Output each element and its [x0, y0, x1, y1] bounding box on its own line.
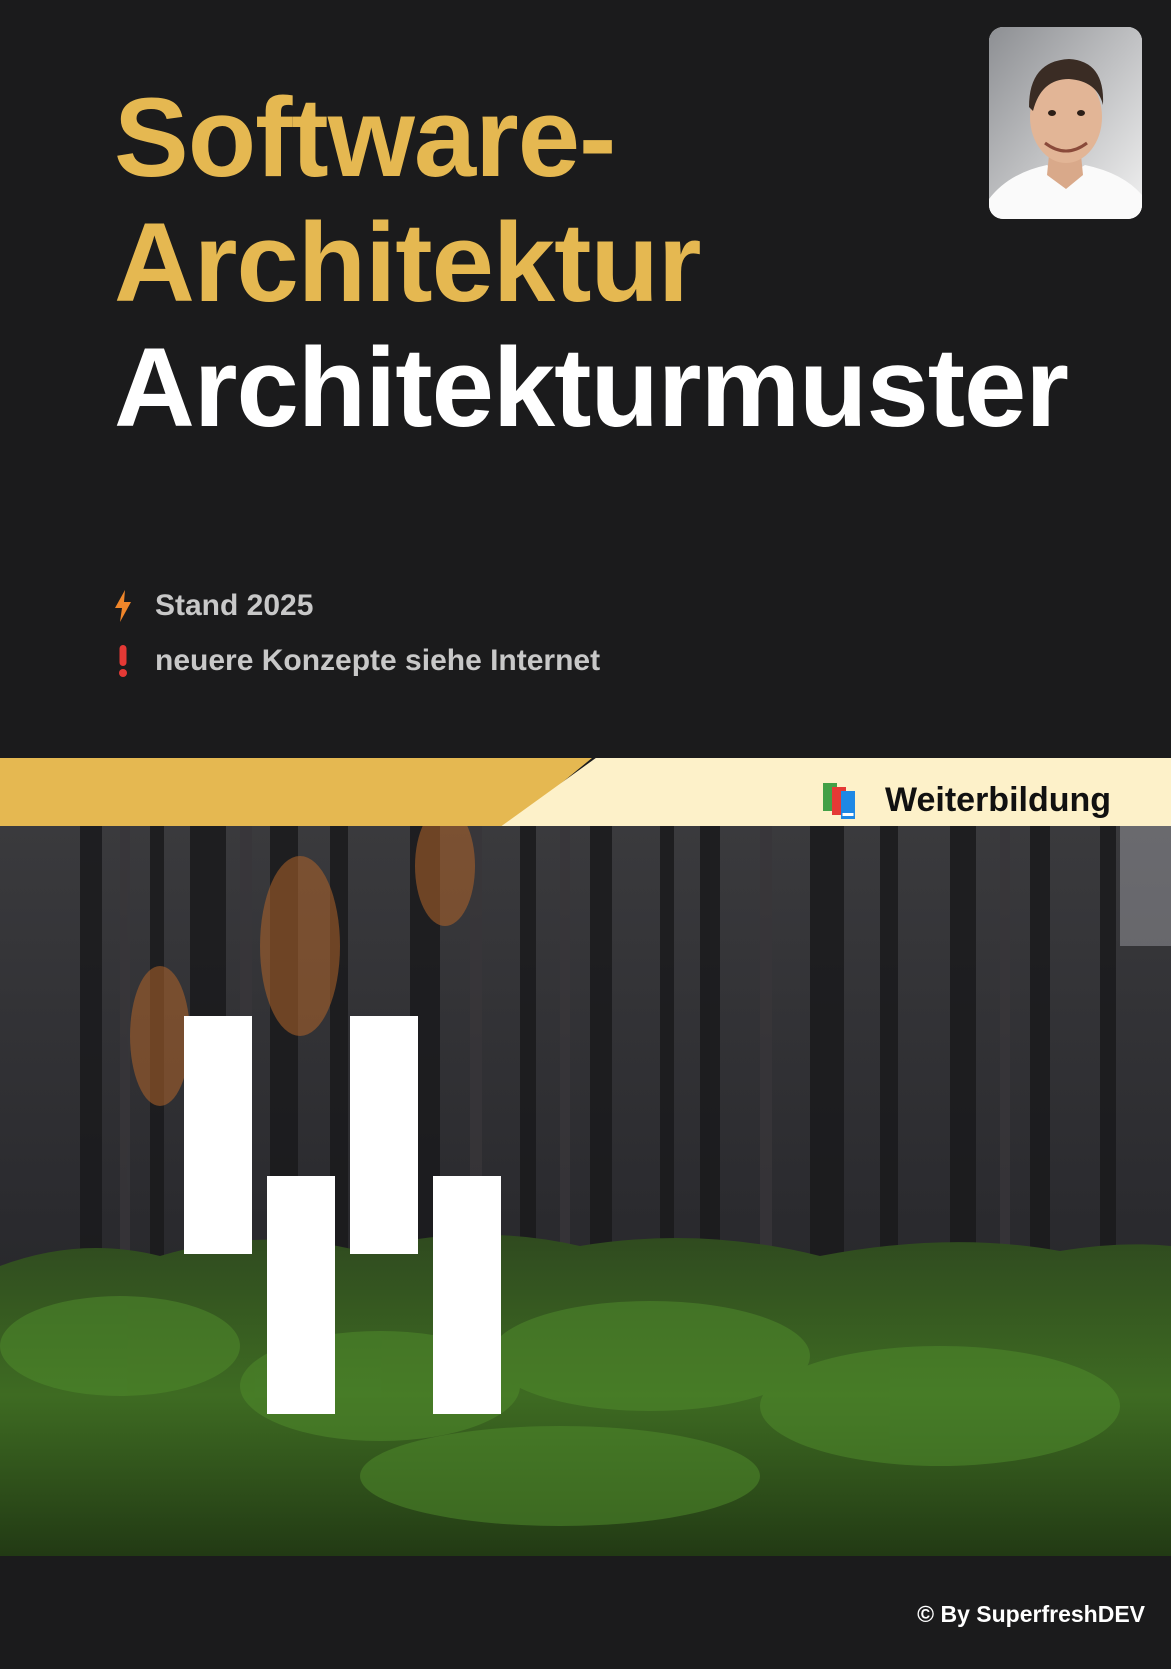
logo-bar: [350, 1016, 418, 1254]
info-notes: Stand 2025 neuere Konzepte siehe Interne…: [112, 578, 600, 688]
books-icon: [823, 783, 861, 819]
lightning-icon: [112, 589, 134, 623]
forest-photo: [0, 806, 1171, 1556]
title-line-1: Software-: [114, 75, 616, 200]
accent-banner: [0, 758, 592, 826]
logo-bar: [433, 1176, 501, 1414]
logo-bar: [184, 1016, 252, 1254]
note-text: neuere Konzepte siehe Internet: [155, 643, 601, 677]
note-concepts: neuere Konzepte siehe Internet: [112, 633, 600, 688]
exclamation-icon: [112, 644, 134, 678]
copyright-footer: © By SuperfreshDEV: [917, 1601, 1145, 1627]
subtitle: Architekturmuster: [114, 325, 1069, 450]
logo-bar: [267, 1176, 335, 1414]
title-line-2: Architektur: [114, 200, 701, 325]
category-label: Weiterbildung: [885, 781, 1112, 819]
note-stand: Stand 2025: [112, 578, 600, 633]
author-portrait: [989, 27, 1142, 219]
note-text: Stand 2025: [155, 588, 314, 622]
